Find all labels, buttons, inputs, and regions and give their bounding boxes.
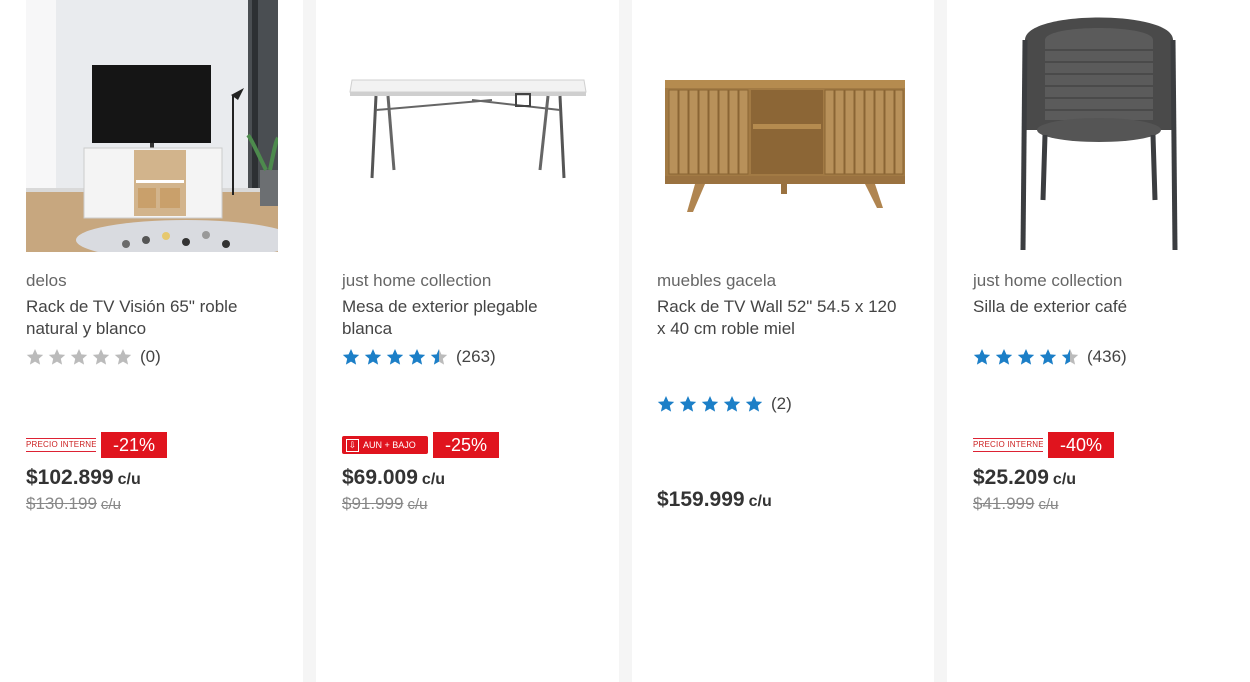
- product-price: $159.999 c/u: [657, 488, 772, 511]
- product-rating: (0): [26, 346, 161, 368]
- rating-count: (436): [1087, 347, 1127, 366]
- star-icon: [386, 349, 404, 365]
- star-icon: [430, 349, 448, 365]
- product-grid: delos Rack de TV Visión 65" roble natura…: [0, 0, 1250, 682]
- star-icon: [995, 349, 1013, 365]
- star-icon: [408, 349, 426, 365]
- rating-count: (263): [456, 347, 496, 366]
- star-rating-icons: [342, 348, 452, 366]
- star-icon: [723, 396, 741, 412]
- star-icon: [1039, 349, 1057, 365]
- product-price: $102.899 c/u: [26, 466, 141, 489]
- internet-price-badge: PRECIO INTERNET: [973, 438, 1043, 452]
- product-title[interactable]: Rack de TV Wall 52" 54.5 x 120 x 40 cm r…: [657, 296, 907, 340]
- promo-badges: PRECIO INTERNET -40%: [973, 432, 1115, 458]
- product-brand: just home collection: [973, 271, 1123, 290]
- rating-count: (0): [140, 347, 161, 366]
- star-icon: [48, 349, 66, 365]
- star-icon: [657, 396, 675, 412]
- star-rating-icons: [26, 348, 136, 366]
- product-brand: delos: [26, 271, 67, 290]
- discount-badge: -21%: [101, 432, 168, 458]
- discount-badge: -25%: [433, 432, 500, 458]
- tv-stand-room-photo-icon: [26, 0, 278, 252]
- star-icon: [745, 396, 763, 412]
- product-card[interactable]: just home collection Mesa de exterior pl…: [316, 0, 619, 682]
- star-icon: [364, 349, 382, 365]
- aun-mas-bajo-badge: ⇩ AUN + BAJO: [342, 436, 428, 454]
- product-brand: muebles gacela: [657, 271, 777, 290]
- star-icon: [973, 349, 991, 365]
- internet-price-badge: PRECIO INTERNET: [26, 438, 96, 452]
- wooden-tv-cabinet-photo-icon: [657, 0, 909, 252]
- product-title[interactable]: Mesa de exterior plegable blanca: [342, 296, 592, 340]
- star-icon: [1061, 349, 1079, 365]
- product-brand: just home collection: [342, 271, 492, 290]
- product-image[interactable]: [342, 0, 594, 252]
- product-price: $25.209 c/u: [973, 466, 1077, 489]
- star-icon: [701, 396, 719, 412]
- product-rating: (436): [973, 346, 1127, 368]
- product-card[interactable]: muebles gacela Rack de TV Wall 52" 54.5 …: [632, 0, 934, 682]
- product-price: $69.009 c/u: [342, 466, 446, 489]
- star-icon: [26, 349, 44, 365]
- wicker-chair-photo-icon: [973, 0, 1225, 252]
- star-rating-icons: [973, 348, 1083, 366]
- product-card[interactable]: delos Rack de TV Visión 65" roble natura…: [0, 0, 303, 682]
- product-old-price: $91.999 c/u: [342, 494, 428, 513]
- star-rating-icons: [657, 395, 767, 413]
- product-image[interactable]: [26, 0, 278, 252]
- discount-badge: -40%: [1048, 432, 1115, 458]
- product-old-price: $41.999 c/u: [973, 494, 1059, 513]
- star-icon: [114, 349, 132, 365]
- product-old-price: $130.199 c/u: [26, 494, 121, 513]
- promo-badges: PRECIO INTERNET -21%: [26, 432, 168, 458]
- product-card[interactable]: just home collection Silla de exterior c…: [947, 0, 1250, 682]
- folding-table-photo-icon: [342, 0, 594, 252]
- promo-badges: ⇩ AUN + BAJO -25%: [342, 432, 500, 458]
- star-icon: [342, 349, 360, 365]
- star-icon: [92, 349, 110, 365]
- product-title[interactable]: Rack de TV Visión 65" roble natural y bl…: [26, 296, 276, 340]
- rating-count: (2): [771, 394, 792, 413]
- product-image[interactable]: [973, 0, 1225, 252]
- product-title[interactable]: Silla de exterior café: [973, 296, 1223, 318]
- star-icon: [679, 396, 697, 412]
- star-icon: [1017, 349, 1035, 365]
- down-arrow-icon: ⇩: [346, 438, 359, 452]
- product-rating: (263): [342, 346, 496, 368]
- star-icon: [70, 349, 88, 365]
- product-rating: (2): [657, 393, 792, 415]
- product-image[interactable]: [657, 0, 909, 252]
